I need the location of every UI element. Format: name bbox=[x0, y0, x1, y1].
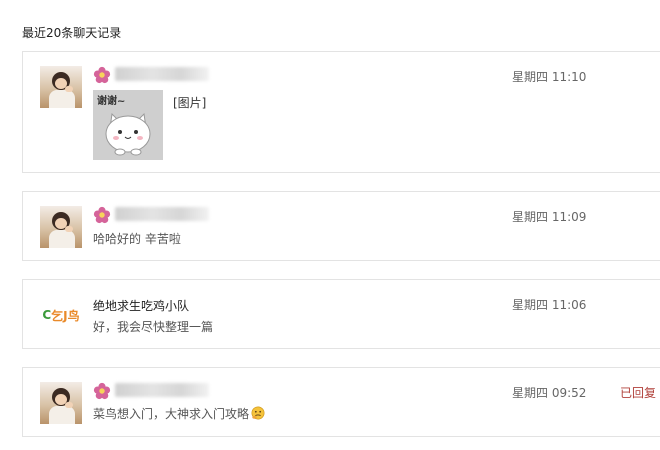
group-name: 绝地求生吃鸡小队 bbox=[93, 299, 190, 313]
message-card[interactable]: C 乞J鸟 绝地求生吃鸡小队 星期四 11:06 好，我会尽快整理一篇 bbox=[22, 279, 660, 349]
cat-sticker-icon bbox=[105, 112, 151, 156]
message-text: 菜鸟想入门，大神求入门攻略 bbox=[93, 407, 250, 421]
sender-name-redacted bbox=[115, 207, 209, 221]
image-label: [图片] bbox=[173, 96, 207, 110]
sticker-image[interactable]: 谢谢~ bbox=[93, 90, 163, 160]
message-card[interactable]: 星期四 11:09 哈哈好的 辛苦啦 bbox=[22, 191, 660, 261]
avatar[interactable] bbox=[40, 206, 82, 248]
flower-icon bbox=[93, 382, 111, 400]
avatar[interactable] bbox=[40, 66, 82, 108]
group-logo-text-orange: 乞J鸟 bbox=[51, 308, 80, 323]
message-time: 星期四 11:10 bbox=[512, 70, 587, 84]
message-time: 星期四 11:06 bbox=[512, 298, 587, 312]
message-card[interactable]: 星期四 09:52 已回复 菜鸟想入门，大神求入门攻略 bbox=[22, 367, 660, 437]
message-preview: 哈哈好的 辛苦啦 bbox=[93, 232, 181, 246]
sticker-caption: 谢谢~ bbox=[97, 96, 126, 107]
avatar[interactable] bbox=[40, 382, 82, 424]
thinking-emoji-icon bbox=[251, 406, 265, 420]
flower-icon bbox=[93, 66, 111, 84]
page-heading: 最近20条聊天记录 bbox=[22, 26, 122, 40]
sender-name-redacted bbox=[115, 67, 209, 81]
flower-icon bbox=[93, 206, 111, 224]
message-time: 星期四 09:52 bbox=[512, 386, 587, 400]
message-card[interactable]: 星期四 11:10 谢谢~ [图片] bbox=[22, 51, 660, 173]
group-logo-text-green: C bbox=[42, 308, 52, 322]
message-preview: 好，我会尽快整理一篇 bbox=[93, 320, 214, 334]
sender-name-redacted bbox=[115, 383, 209, 397]
message-time: 星期四 11:09 bbox=[512, 210, 587, 224]
group-avatar[interactable]: C 乞J鸟 bbox=[40, 294, 82, 336]
message-preview: 菜鸟想入门，大神求入门攻略 bbox=[93, 405, 265, 422]
replied-status: 已回复 bbox=[620, 386, 657, 400]
